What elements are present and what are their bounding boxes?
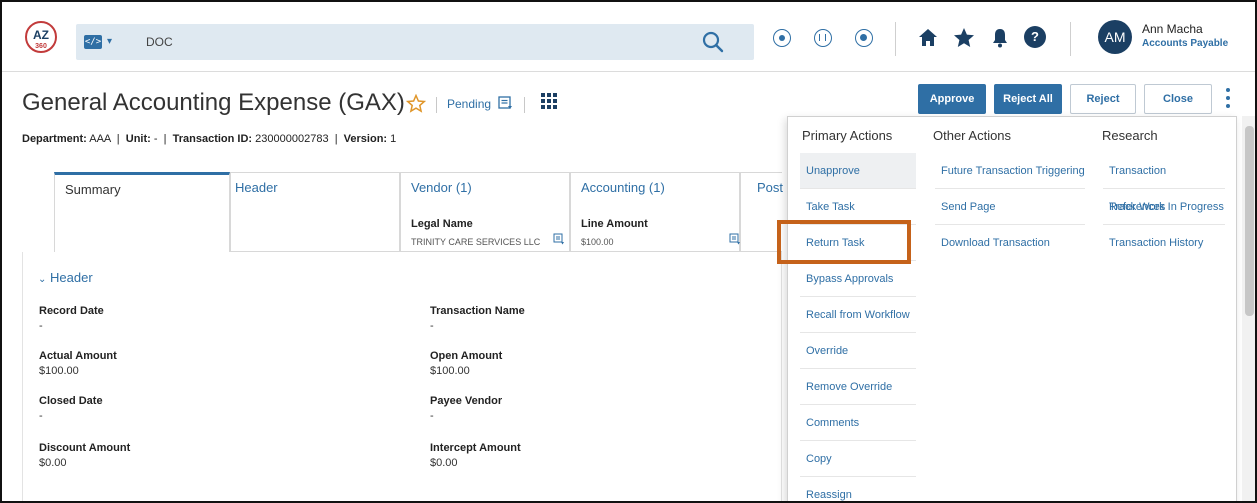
tab-sub-label: Line Amount <box>581 218 648 230</box>
chevron-down-icon: ⌄ <box>38 274 47 285</box>
other-actions-heading: Other Actions <box>933 128 1012 143</box>
menu-item-recall-from-workflow[interactable]: Recall from Workflow <box>800 297 916 333</box>
notes-icon[interactable] <box>553 233 565 245</box>
tab-label: Summary <box>65 182 121 197</box>
header-section-toggle[interactable]: ⌄ Header <box>38 270 93 285</box>
divider <box>524 97 525 113</box>
scrollbar[interactable] <box>1242 116 1255 501</box>
reject-all-button[interactable]: Reject All <box>994 84 1062 114</box>
star-icon[interactable] <box>952 26 976 50</box>
svg-text:AZ: AZ <box>33 28 49 42</box>
menu-item-future-transaction-triggering[interactable]: Future Transaction Triggering <box>935 153 1085 189</box>
more-actions-menu: Primary Actions Other Actions Research U… <box>787 116 1237 501</box>
menu-item-reassign[interactable]: Reassign <box>800 477 916 501</box>
help-icon[interactable]: ? <box>1024 26 1046 48</box>
tab-label: Post <box>757 180 784 195</box>
code-icon: </> <box>84 35 102 49</box>
return-task-highlight <box>777 220 911 264</box>
menu-item-copy[interactable]: Copy <box>800 441 916 477</box>
top-bar: AZ 360 </> ▾ DOC ? AM Ann Macha Accounts… <box>2 2 1255 72</box>
transaction-meta: Department: AAA | Unit: - | Transaction … <box>22 133 397 145</box>
az360-logo[interactable]: AZ 360 <box>24 20 58 54</box>
bell-icon[interactable] <box>988 26 1012 50</box>
divider <box>895 22 896 56</box>
header-panel <box>22 252 782 501</box>
menu-item-transaction-references[interactable]: Transaction References <box>1103 153 1225 213</box>
record-date-label: Record Date <box>39 305 104 317</box>
close-button[interactable]: Close <box>1144 84 1212 114</box>
transaction-name-value: - <box>430 320 434 332</box>
intercept-amount-value: $0.00 <box>430 457 458 469</box>
menu-item-bypass-approvals[interactable]: Bypass Approvals <box>800 261 916 297</box>
menu-item-download-transaction[interactable]: Download Transaction <box>935 225 1085 261</box>
tab-label: Header <box>235 180 278 195</box>
research-heading: Research <box>1102 128 1158 143</box>
notes-icon[interactable] <box>497 95 513 111</box>
tab-bar: Summary Header Vendor (1) Legal Name TRI… <box>54 172 784 252</box>
svg-text:360: 360 <box>35 43 47 50</box>
page-title: General Accounting Expense (GAX) <box>22 89 405 116</box>
menu-item-remove-override[interactable]: Remove Override <box>800 369 916 405</box>
primary-actions-heading: Primary Actions <box>802 128 893 143</box>
command-input[interactable]: DOC <box>146 35 173 49</box>
record-date-value: - <box>39 320 43 332</box>
command-bar[interactable]: </> ▾ DOC <box>76 24 754 60</box>
command-type-selector[interactable]: </> ▾ <box>84 33 120 51</box>
open-amount-label: Open Amount <box>430 350 503 362</box>
tab-sub-value: $100.00 <box>581 237 614 247</box>
payee-vendor-value: - <box>430 410 434 422</box>
tab-label: Accounting (1) <box>581 180 665 195</box>
tab-summary[interactable]: Summary <box>54 172 230 252</box>
menu-item-unapprove[interactable]: Unapprove <box>800 153 916 189</box>
tab-sub-label: Legal Name <box>411 218 473 230</box>
intercept-amount-label: Intercept Amount <box>430 442 521 454</box>
menu-item-send-page[interactable]: Send Page <box>935 189 1085 225</box>
favorite-star-icon[interactable] <box>406 94 426 114</box>
chevron-down-icon: ▾ <box>107 36 113 47</box>
status-badge: Pending <box>447 97 492 111</box>
divider <box>1070 22 1071 56</box>
pause-icon[interactable] <box>814 29 832 47</box>
avatar[interactable]: AM <box>1098 20 1132 54</box>
user-role: Accounts Payable <box>1142 38 1229 49</box>
transaction-name-label: Transaction Name <box>430 305 525 317</box>
stop-icon[interactable] <box>855 29 873 47</box>
home-icon[interactable] <box>916 26 940 50</box>
tab-accounting[interactable]: Accounting (1) Line Amount $100.00 <box>570 172 740 252</box>
menu-item-track-work-in-progress[interactable]: Track Work In Progress <box>1103 189 1225 225</box>
apps-grid-icon[interactable] <box>539 91 559 111</box>
discount-amount-label: Discount Amount <box>39 442 131 454</box>
open-amount-value: $100.00 <box>430 365 470 377</box>
tab-post[interactable]: Post <box>740 172 784 252</box>
menu-item-transaction-history[interactable]: Transaction History <box>1103 225 1225 261</box>
payee-vendor-label: Payee Vendor <box>430 395 503 407</box>
actual-amount-label: Actual Amount <box>39 350 117 362</box>
section-title: Header <box>50 270 93 285</box>
user-name: Ann Macha <box>1142 22 1203 36</box>
closed-date-value: - <box>39 410 43 422</box>
menu-item-override[interactable]: Override <box>800 333 916 369</box>
menu-item-comments[interactable]: Comments <box>800 405 916 441</box>
tab-vendor[interactable]: Vendor (1) Legal Name TRINITY CARE SERVI… <box>400 172 570 252</box>
more-actions-icon[interactable] <box>1224 88 1232 110</box>
scrollbar-thumb[interactable] <box>1245 126 1254 316</box>
tab-label: Vendor (1) <box>411 180 472 195</box>
discount-amount-value: $0.00 <box>39 457 67 469</box>
reject-button[interactable]: Reject <box>1070 84 1136 114</box>
actual-amount-value: $100.00 <box>39 365 79 377</box>
tab-sub-value: TRINITY CARE SERVICES LLC <box>411 237 541 247</box>
approve-button[interactable]: Approve <box>918 84 986 114</box>
tab-header[interactable]: Header <box>230 172 400 252</box>
closed-date-label: Closed Date <box>39 395 103 407</box>
record-icon[interactable] <box>773 29 791 47</box>
search-icon[interactable] <box>700 29 726 55</box>
divider <box>436 97 437 113</box>
app-frame: AZ 360 </> ▾ DOC ? AM Ann Macha Accounts… <box>0 0 1257 503</box>
